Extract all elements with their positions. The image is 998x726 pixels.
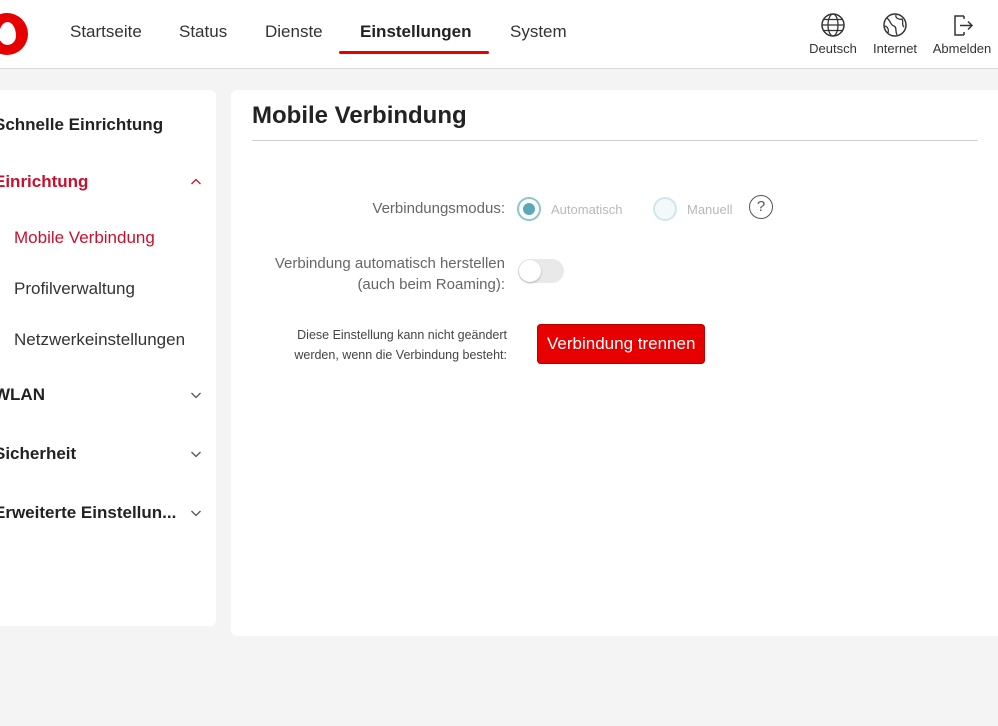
nav-status[interactable]: Status xyxy=(179,22,227,42)
vodafone-logo-mark xyxy=(0,22,16,45)
auto-connect-label-line-1: Verbindung automatisch herstellen xyxy=(274,255,505,272)
disconnect-note: Diese Einstellung kann nicht geändert we… xyxy=(251,325,507,365)
top-navigation-bar: Startseite Status Dienste Einstellungen … xyxy=(0,0,998,69)
language-label: Deutsch xyxy=(809,41,857,56)
chevron-up-icon xyxy=(191,178,201,185)
logout-icon xyxy=(954,15,974,36)
sidebar-item-label: Mobile Verbindung xyxy=(14,228,155,247)
sidebar-item-label: Netzwerkeinstellungen xyxy=(14,330,186,349)
sidebar-item-label: WLAN xyxy=(0,385,45,404)
chevron-down-icon xyxy=(191,451,201,458)
internet-label: Internet xyxy=(872,41,918,56)
chevron-down-icon xyxy=(191,392,201,399)
auto-connect-label: Verbindung automatisch herstellen (auch … xyxy=(251,253,505,295)
internet-globe-icon xyxy=(883,13,907,37)
globe-icon xyxy=(821,13,845,37)
connection-mode-label: Verbindungsmodus: xyxy=(372,200,505,217)
logout-label: Abmelden xyxy=(932,41,992,56)
radio-manual[interactable] xyxy=(653,197,677,221)
auto-connect-label-line-2: (auch beim Roaming): xyxy=(357,276,505,293)
main-content-panel: Mobile Verbindung Verbindungsmodus: Auto… xyxy=(231,90,998,636)
logout-button[interactable]: Abmelden xyxy=(930,12,994,56)
vodafone-logo[interactable] xyxy=(0,13,28,55)
page-title: Mobile Verbindung xyxy=(252,102,467,129)
sidebar-item-label: Einrichtung xyxy=(0,172,89,191)
disconnect-note-line-2: werden, wenn die Verbindung besteht: xyxy=(294,348,507,362)
language-button[interactable]: Deutsch xyxy=(808,12,858,56)
nav-startseite[interactable]: Startseite xyxy=(70,22,142,42)
settings-sidebar: Schnelle Einrichtung Einrichtung Mobile … xyxy=(0,90,216,626)
sidebar-item-label: Erweiterte Einstellun... xyxy=(0,503,177,522)
sidebar-item-label: Schnelle Einrichtung xyxy=(0,115,164,134)
active-nav-indicator xyxy=(339,51,489,54)
radio-automatic-label: Automatisch xyxy=(551,202,623,217)
help-icon[interactable]: ? xyxy=(749,195,773,219)
chevron-down-icon xyxy=(191,510,201,517)
toggle-knob xyxy=(519,260,541,282)
disconnect-button[interactable]: Verbindung trennen xyxy=(537,324,706,364)
sidebar-item-label: Profilverwaltung xyxy=(14,279,135,298)
auto-connect-toggle[interactable] xyxy=(518,259,564,283)
internet-button[interactable]: Internet xyxy=(870,12,920,56)
sidebar-item-label: Sicherheit xyxy=(0,444,77,463)
nav-system[interactable]: System xyxy=(510,22,567,42)
title-divider xyxy=(252,140,978,141)
radio-manual-label: Manuell xyxy=(687,202,733,217)
nav-einstellungen[interactable]: Einstellungen xyxy=(360,22,471,42)
disconnect-note-line-1: Diese Einstellung kann nicht geändert xyxy=(297,328,507,342)
nav-dienste[interactable]: Dienste xyxy=(265,22,323,42)
radio-automatic[interactable] xyxy=(517,197,541,221)
